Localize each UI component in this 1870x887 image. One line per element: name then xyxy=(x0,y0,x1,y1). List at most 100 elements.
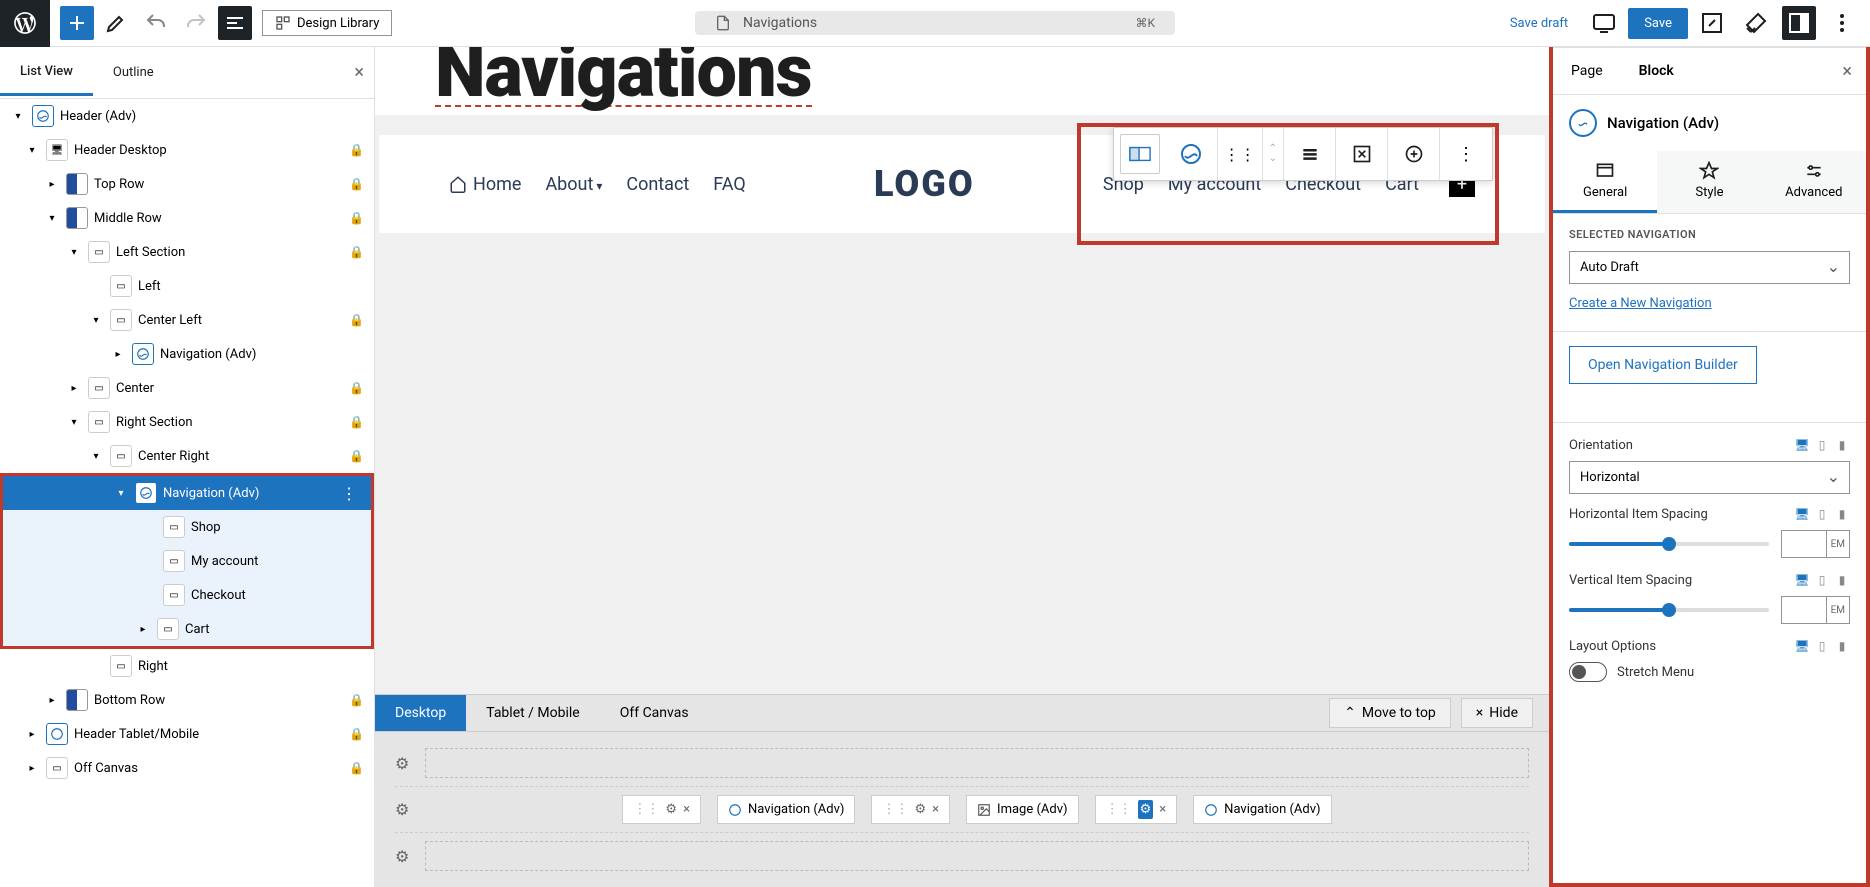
desktop-icon[interactable]: 🖥 xyxy=(1794,572,1810,588)
edit-tool-button[interactable] xyxy=(98,5,134,41)
v-spacing-input[interactable] xyxy=(1782,597,1826,623)
builder-chip-nav-1-label[interactable]: Navigation (Adv) xyxy=(717,795,855,824)
tab-block[interactable]: Block xyxy=(1621,49,1692,93)
design-library-button[interactable]: Design Library xyxy=(262,10,392,36)
tree-item-center-left[interactable]: ▾▭Center Left🔒 xyxy=(0,303,374,337)
title-bar[interactable]: Navigations ⌘K xyxy=(695,11,1175,35)
builder-chip-image-label[interactable]: Image (Adv) xyxy=(966,795,1079,824)
builder-slot[interactable] xyxy=(425,748,1529,778)
tree-item-center[interactable]: ▸▭Center🔒 xyxy=(0,371,374,405)
desktop-icon[interactable]: 🖥 xyxy=(1794,506,1810,522)
tree-item-header-tablet-mobile[interactable]: ▸Header Tablet/Mobile🔒 xyxy=(0,717,374,751)
tablet-icon[interactable]: ▯ xyxy=(1814,638,1830,654)
tree-item-header-adv[interactable]: ▾Header (Adv) xyxy=(0,99,374,133)
more-icon[interactable]: ⋮ xyxy=(337,484,361,503)
gear-icon[interactable]: ⚙ xyxy=(1138,800,1154,819)
tab-page[interactable]: Page xyxy=(1553,49,1621,93)
builder-chip-nav-1[interactable]: ⋮⋮ ⚙ × xyxy=(622,795,701,824)
tree-item-bottom-row[interactable]: ▸Bottom Row🔒 xyxy=(0,683,374,717)
tree-item-center-right[interactable]: ▾▭Center Right🔒 xyxy=(0,439,374,473)
close-icon[interactable]: × xyxy=(932,802,939,817)
selected-nav-select[interactable]: Auto Draft xyxy=(1569,251,1850,284)
h-spacing-slider[interactable] xyxy=(1569,542,1769,546)
inspector-tab-style[interactable]: Style xyxy=(1657,151,1761,213)
tree-item-left[interactable]: ▭Left xyxy=(0,269,374,303)
gear-icon[interactable]: ⚙ xyxy=(395,754,415,773)
close-icon[interactable]: × xyxy=(1159,802,1166,817)
close-sidebar-button[interactable]: × xyxy=(1828,61,1866,82)
hide-button[interactable]: × Hide xyxy=(1461,698,1533,728)
wordpress-logo[interactable] xyxy=(0,0,50,47)
gear-icon[interactable]: ⚙ xyxy=(395,847,415,866)
builder-tab-desktop[interactable]: Desktop xyxy=(375,695,466,731)
tree-item-header-desktop[interactable]: ▾🖥Header Desktop🔒 xyxy=(0,133,374,167)
v-spacing-slider[interactable] xyxy=(1569,608,1769,612)
redo-button[interactable] xyxy=(178,5,214,41)
builder-tab-tablet-mobile[interactable]: Tablet / Mobile xyxy=(466,695,600,731)
tree-item-nav-adv-2[interactable]: ▾Navigation (Adv)⋮ xyxy=(3,476,371,510)
inspector-tab-advanced[interactable]: Advanced xyxy=(1762,151,1866,213)
desktop-icon[interactable]: 🖥 xyxy=(1794,638,1810,654)
close-list-view-button[interactable]: × xyxy=(354,62,364,83)
editor-mode-button[interactable] xyxy=(1694,5,1730,41)
save-button[interactable]: Save xyxy=(1628,8,1688,39)
tree-item-right-section[interactable]: ▾▭Right Section🔒 xyxy=(0,405,374,439)
tree-item-right[interactable]: ▭Right xyxy=(0,649,374,683)
tree-item-shop[interactable]: ▭Shop xyxy=(3,510,371,544)
align-button[interactable] xyxy=(1284,128,1336,180)
settings-sidebar-button[interactable] xyxy=(1782,6,1816,40)
tree-item-cart[interactable]: ▸▭Cart xyxy=(3,612,371,646)
orientation-select[interactable]: Horizontal xyxy=(1569,461,1850,494)
tree-item-my-account[interactable]: ▭My account xyxy=(3,544,371,578)
mobile-icon[interactable]: ▮ xyxy=(1834,506,1850,522)
drag-handle-icon[interactable]: ⋮⋮ xyxy=(882,802,908,817)
tablet-icon[interactable]: ▯ xyxy=(1814,506,1830,522)
move-buttons[interactable]: ⌃⌄ xyxy=(1263,128,1284,180)
block-more-button[interactable]: ⋮ xyxy=(1440,128,1492,180)
mobile-icon[interactable]: ▮ xyxy=(1834,572,1850,588)
add-block-button[interactable] xyxy=(60,6,94,40)
tree-item-middle-row[interactable]: ▾Middle Row🔒 xyxy=(0,201,374,235)
gear-icon[interactable]: ⚙ xyxy=(914,802,926,817)
desktop-icon[interactable]: 🖥 xyxy=(1794,437,1810,453)
more-options-button[interactable] xyxy=(1824,5,1860,41)
mobile-icon[interactable]: ▮ xyxy=(1834,638,1850,654)
nav-link-contact[interactable]: Contact xyxy=(626,174,689,195)
parent-block-button[interactable] xyxy=(1120,134,1160,174)
h-spacing-input[interactable] xyxy=(1782,531,1826,557)
page-title[interactable]: Navigations xyxy=(435,47,812,107)
create-new-nav-link[interactable]: Create a New Navigation xyxy=(1569,296,1850,311)
tree-item-checkout[interactable]: ▭Checkout xyxy=(3,578,371,612)
tree-item-left-section[interactable]: ▾▭Left Section🔒 xyxy=(0,235,374,269)
document-overview-button[interactable] xyxy=(218,6,252,40)
gear-icon[interactable]: ⚙ xyxy=(665,802,677,817)
inspector-tab-general[interactable]: General xyxy=(1553,151,1657,213)
logo[interactable]: LOGO xyxy=(874,163,975,205)
width-button[interactable] xyxy=(1336,128,1388,180)
undo-button[interactable] xyxy=(138,5,174,41)
builder-chip-nav-2-label[interactable]: Navigation (Adv) xyxy=(1193,795,1331,824)
block-type-button[interactable] xyxy=(1166,128,1218,180)
open-nav-builder-button[interactable]: Open Navigation Builder xyxy=(1569,346,1757,384)
close-icon[interactable]: × xyxy=(683,802,690,817)
stretch-menu-toggle[interactable] xyxy=(1569,662,1607,682)
drag-handle-icon[interactable]: ⋮⋮ xyxy=(633,802,659,817)
move-to-top-button[interactable]: ⌃ Move to top xyxy=(1329,698,1451,728)
nav-link-home[interactable]: Home xyxy=(449,174,521,195)
tab-outline[interactable]: Outline xyxy=(93,51,174,94)
save-draft-button[interactable]: Save draft xyxy=(1498,8,1580,39)
builder-chip-nav-2[interactable]: ⋮⋮ ⚙ × xyxy=(1095,795,1178,824)
builder-tab-off-canvas[interactable]: Off Canvas xyxy=(600,695,709,731)
nav-link-faq[interactable]: FAQ xyxy=(713,174,745,195)
builder-slot[interactable] xyxy=(425,841,1529,871)
mobile-icon[interactable]: ▮ xyxy=(1834,437,1850,453)
builder-chip-image[interactable]: ⋮⋮ ⚙ × xyxy=(871,795,950,824)
tablet-icon[interactable]: ▯ xyxy=(1814,572,1830,588)
add-button[interactable] xyxy=(1388,128,1440,180)
tree-item-nav-adv-1[interactable]: ▸Navigation (Adv) xyxy=(0,337,374,371)
drag-handle[interactable]: ⋮⋮ xyxy=(1218,128,1263,180)
drag-handle-icon[interactable]: ⋮⋮ xyxy=(1106,802,1132,817)
gear-icon[interactable]: ⚙ xyxy=(395,800,415,819)
styles-button[interactable] xyxy=(1738,5,1774,41)
tab-list-view[interactable]: List View xyxy=(0,50,93,96)
